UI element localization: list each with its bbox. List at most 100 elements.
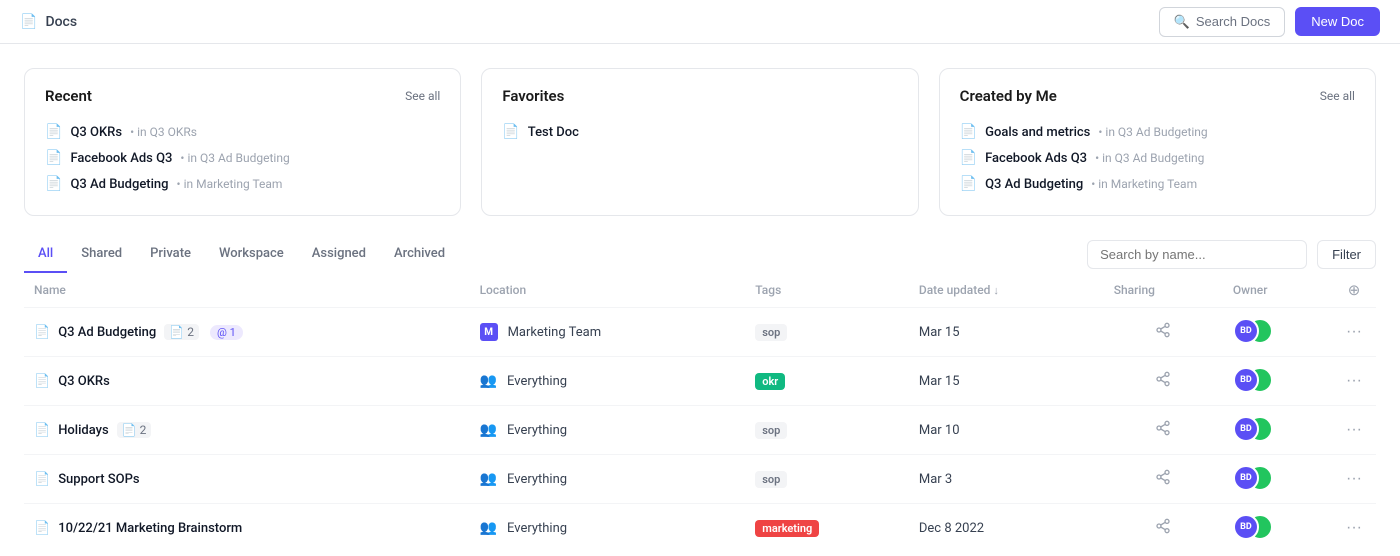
- created-by-me-see-all[interactable]: See all: [1320, 89, 1355, 103]
- sort-arrow-icon: ↓: [993, 284, 999, 297]
- tags-cell: sop: [745, 308, 909, 357]
- list-item[interactable]: 📄 Q3 OKRs • in Q3 OKRs: [45, 119, 440, 145]
- table-row: 📄 Holidays📄 2 👥Everything sop Mar 10 BD …: [24, 406, 1376, 455]
- search-docs-button[interactable]: 🔍 Search Docs: [1159, 7, 1286, 37]
- tabs-list: All Shared Private Workspace Assigned Ar…: [24, 236, 459, 273]
- doc-icon: 📄: [960, 124, 977, 140]
- sharing-cell: [1104, 406, 1223, 455]
- share-icon[interactable]: [1155, 421, 1171, 440]
- tab-archived[interactable]: Archived: [380, 236, 459, 273]
- col-tags: Tags: [745, 273, 909, 308]
- more-options-button[interactable]: ···: [1342, 370, 1366, 392]
- doc-icon: 📄: [960, 150, 977, 166]
- favorites-card: Favorites 📄 Test Doc: [481, 68, 918, 216]
- more-options-button[interactable]: ···: [1342, 468, 1366, 490]
- owner-cell: BD: [1223, 406, 1332, 455]
- name-cell: 📄 Q3 Ad Budgeting📄 2@ 1: [24, 308, 470, 357]
- location-cell: 👥 Everything: [470, 455, 746, 504]
- owner-cell: BD: [1223, 455, 1332, 504]
- avatar: BD: [1233, 465, 1259, 491]
- doc-name[interactable]: Q3 OKRs: [58, 374, 110, 389]
- doc-icon: 📄: [960, 176, 977, 192]
- location-icon: 👥: [480, 373, 497, 389]
- doc-icon: 📄: [45, 124, 62, 140]
- docs-table-wrapper: Name Location Tags Date updated ↓ Sharin…: [0, 273, 1400, 552]
- search-name-input[interactable]: [1087, 240, 1307, 269]
- location-cell: M Marketing Team: [470, 308, 746, 357]
- tags-cell: okr: [745, 357, 909, 406]
- location-cell: 👥 Everything: [470, 406, 746, 455]
- tabs-bar: All Shared Private Workspace Assigned Ar…: [24, 236, 1376, 273]
- created-by-me-header: Created by Me See all: [960, 87, 1355, 105]
- date-updated: Mar 15: [919, 374, 960, 389]
- location-icon: 👥: [480, 520, 497, 536]
- col-sharing: Sharing: [1104, 273, 1223, 308]
- share-icon[interactable]: [1155, 372, 1171, 391]
- col-date-updated[interactable]: Date updated ↓: [909, 273, 1104, 308]
- tags-cell: sop: [745, 406, 909, 455]
- sharing-cell: [1104, 357, 1223, 406]
- tab-assigned[interactable]: Assigned: [298, 236, 380, 273]
- owner-cell: BD: [1223, 504, 1332, 553]
- doc-icon: 📄: [502, 124, 519, 140]
- location-text: Everything: [507, 423, 567, 438]
- recent-see-all[interactable]: See all: [405, 89, 440, 103]
- more-options-button[interactable]: ···: [1342, 517, 1366, 539]
- more-options-button[interactable]: ···: [1342, 419, 1366, 441]
- tags-cell: marketing: [745, 504, 909, 553]
- more-cell: ···: [1332, 308, 1376, 357]
- search-icon: 🔍: [1174, 14, 1190, 30]
- new-doc-button[interactable]: New Doc: [1295, 7, 1380, 36]
- cards-section: Recent See all 📄 Q3 OKRs • in Q3 OKRs 📄 …: [0, 44, 1400, 236]
- tab-private[interactable]: Private: [136, 236, 205, 273]
- location-text: Everything: [507, 374, 567, 389]
- header-actions: 🔍 Search Docs New Doc: [1159, 7, 1380, 37]
- filter-button[interactable]: Filter: [1317, 240, 1376, 269]
- tab-shared[interactable]: Shared: [67, 236, 136, 273]
- avatar: BD: [1233, 318, 1259, 344]
- date-cell: Mar 3: [909, 455, 1104, 504]
- location-cell: 👥 Everything: [470, 357, 746, 406]
- tab-workspace[interactable]: Workspace: [205, 236, 298, 273]
- list-item[interactable]: 📄 Test Doc: [502, 119, 897, 145]
- sharing-cell: [1104, 308, 1223, 357]
- list-item[interactable]: 📄 Q3 Ad Budgeting • in Marketing Team: [960, 171, 1355, 197]
- date-cell: Mar 10: [909, 406, 1104, 455]
- created-by-me-card: Created by Me See all 📄 Goals and metric…: [939, 68, 1376, 216]
- list-item[interactable]: 📄 Facebook Ads Q3 • in Q3 Ad Budgeting: [45, 145, 440, 171]
- copy-badge: 📄 2: [117, 422, 152, 438]
- list-item[interactable]: 📄 Goals and metrics • in Q3 Ad Budgeting: [960, 119, 1355, 145]
- doc-icon: 📄: [34, 472, 50, 487]
- table-row: 📄 10/22/21 Marketing Brainstorm 👥Everyth…: [24, 504, 1376, 553]
- more-cell: ···: [1332, 406, 1376, 455]
- date-updated: Mar 3: [919, 472, 952, 487]
- location-text: Everything: [507, 472, 567, 487]
- doc-name[interactable]: Holidays: [58, 423, 109, 438]
- tag-badge: okr: [755, 373, 785, 390]
- location-text: Marketing Team: [508, 325, 602, 340]
- table-header-row: Name Location Tags Date updated ↓ Sharin…: [24, 273, 1376, 308]
- tab-all[interactable]: All: [24, 236, 67, 273]
- doc-name[interactable]: 10/22/21 Marketing Brainstorm: [58, 521, 242, 536]
- col-add[interactable]: ⊕: [1332, 273, 1376, 308]
- doc-name[interactable]: Support SOPs: [58, 472, 139, 487]
- date-updated: Mar 10: [919, 423, 960, 438]
- tabs-right-actions: Filter: [1087, 240, 1376, 269]
- location-icon: M: [480, 323, 498, 341]
- share-icon[interactable]: [1155, 323, 1171, 342]
- location-icon: 👥: [480, 471, 497, 487]
- share-icon[interactable]: [1155, 470, 1171, 489]
- list-item[interactable]: 📄 Facebook Ads Q3 • in Q3 Ad Budgeting: [960, 145, 1355, 171]
- add-column-icon[interactable]: ⊕: [1348, 281, 1361, 299]
- share-icon[interactable]: [1155, 519, 1171, 538]
- doc-name[interactable]: Q3 Ad Budgeting: [58, 325, 156, 340]
- more-options-button[interactable]: ···: [1342, 321, 1366, 343]
- user-badge: @ 1: [210, 325, 243, 340]
- list-item[interactable]: 📄 Q3 Ad Budgeting • in Marketing Team: [45, 171, 440, 197]
- location-icon: 👥: [480, 422, 497, 438]
- name-cell: 📄 Holidays📄 2: [24, 406, 470, 455]
- avatar: BD: [1233, 514, 1259, 540]
- owner-cell: BD: [1223, 308, 1332, 357]
- favorites-card-header: Favorites: [502, 87, 897, 105]
- col-name: Name: [24, 273, 470, 308]
